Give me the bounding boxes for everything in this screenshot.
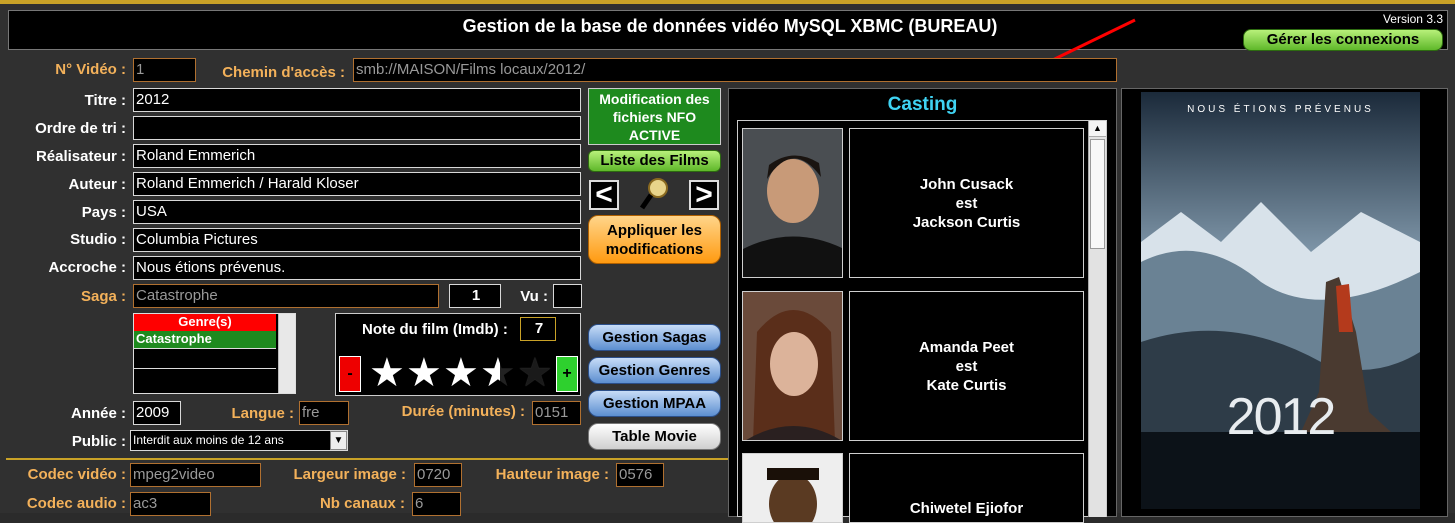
actor-name: Amanda Peet: [918, 338, 1015, 356]
accroche-field[interactable]: Nous étions prévenus.: [133, 256, 581, 280]
studio-field[interactable]: Columbia Pictures: [133, 228, 581, 252]
app-window: Gestion de la base de données vidéo MySQ…: [0, 0, 1455, 523]
star-icon[interactable]: ★: [517, 353, 553, 393]
search-icon[interactable]: [638, 176, 672, 212]
genre-item[interactable]: Catastrophe: [134, 331, 276, 349]
liste-films-button[interactable]: Liste des Films: [588, 150, 721, 172]
largeur-label: Largeur image :: [293, 466, 406, 483]
genre-item[interactable]: [134, 349, 276, 369]
canaux-label: Nb canaux :: [319, 495, 405, 512]
poster-title: 2012: [1226, 388, 1337, 446]
star-icon[interactable]: ★: [369, 353, 405, 393]
casting-title: Casting: [887, 94, 958, 115]
previous-button[interactable]: <: [589, 180, 619, 210]
scroll-thumb[interactable]: [1090, 139, 1105, 249]
poster-tagline: NOUS ÉTIONS PRÉVENUS: [1187, 104, 1374, 115]
actor-est: est: [955, 357, 978, 375]
genres-list[interactable]: Genre(s) Catastrophe: [133, 313, 296, 394]
gestion-genres-button[interactable]: Gestion Genres: [588, 357, 721, 384]
duree-field[interactable]: 0151: [532, 401, 581, 425]
ordre-field[interactable]: [133, 116, 581, 140]
version-label: Version 3.3: [1382, 12, 1443, 26]
largeur-field[interactable]: 0720: [414, 463, 462, 487]
titre-field[interactable]: 2012: [133, 88, 581, 112]
studio-label: Studio :: [70, 231, 126, 248]
auteur-label: Auteur :: [68, 176, 127, 193]
chevron-down-icon[interactable]: ▼: [330, 431, 347, 450]
codec-audio-label: Codec audio :: [26, 495, 126, 512]
path-field[interactable]: smb://MAISON/Films locaux/2012/: [353, 58, 1117, 82]
table-movie-button[interactable]: Table Movie: [588, 423, 721, 450]
actor-role-text: Amanda Peet est Kate Curtis: [849, 291, 1084, 441]
rating-plus-button[interactable]: +: [556, 356, 578, 392]
saga-field[interactable]: Catastrophe: [133, 284, 439, 308]
duree-label: Durée (minutes) :: [401, 403, 525, 420]
saga-label: Saga :: [80, 288, 126, 305]
public-select[interactable]: Interdit aux moins de 12 ans: [130, 430, 348, 451]
annee-field[interactable]: 2009: [133, 401, 181, 425]
actor-name: Chiwetel Ejiofor: [909, 499, 1024, 517]
pays-field[interactable]: USA: [133, 200, 581, 224]
pays-label: Pays :: [81, 204, 126, 221]
no-video-label: N° Vidéo :: [55, 61, 126, 78]
hauteur-label: Hauteur image :: [495, 466, 609, 483]
movie-poster: NOUS ÉTIONS PRÉVENUS 2012: [1141, 92, 1420, 509]
actor-role-text: John Cusack est Jackson Curtis: [849, 128, 1084, 278]
actor-role: Kate Curtis: [926, 376, 1007, 394]
realisateur-label: Réalisateur :: [35, 148, 126, 165]
scroll-up-icon[interactable]: ▲: [1089, 121, 1106, 137]
genres-scrollbar[interactable]: [278, 314, 295, 393]
saga-number-field[interactable]: 1: [449, 284, 501, 308]
actor-photo: [742, 291, 843, 441]
next-button[interactable]: >: [689, 180, 719, 210]
vu-field[interactable]: [553, 284, 582, 308]
public-label: Public :: [71, 433, 126, 450]
actor-name: John Cusack: [919, 175, 1014, 193]
realisateur-field[interactable]: Roland Emmerich: [133, 144, 581, 168]
public-select-value: Interdit aux moins de 12 ans: [133, 433, 284, 447]
langue-field[interactable]: fre: [299, 401, 349, 425]
codec-video-label: Codec vidéo :: [27, 466, 126, 483]
ordre-label: Ordre de tri :: [35, 120, 126, 137]
rating-minus-button[interactable]: -: [339, 356, 361, 392]
actor-est: est: [955, 194, 978, 212]
star-icon[interactable]: ★: [443, 353, 479, 393]
accroche-label: Accroche :: [48, 259, 126, 276]
canaux-field[interactable]: 6: [412, 492, 461, 516]
genres-header: Genre(s): [134, 314, 276, 331]
langue-label: Langue :: [231, 405, 295, 422]
casting-scrollbar[interactable]: ▲: [1088, 121, 1106, 517]
rating-value-field[interactable]: 7: [520, 317, 556, 341]
genre-item[interactable]: [134, 369, 276, 389]
titre-label: Titre :: [84, 92, 126, 109]
star-icon[interactable]: ★: [406, 353, 442, 393]
auteur-field[interactable]: Roland Emmerich / Harald Kloser: [133, 172, 581, 196]
codec-audio-field[interactable]: ac3: [130, 492, 211, 516]
path-label: Chemin d'accès :: [222, 64, 345, 81]
vu-label: Vu :: [520, 288, 548, 305]
actor-photo: [742, 128, 843, 278]
codec-video-field[interactable]: mpeg2video: [130, 463, 261, 487]
gestion-sagas-button[interactable]: Gestion Sagas: [588, 324, 721, 351]
actor-role: Jackson Curtis: [912, 213, 1021, 231]
annee-label: Année :: [70, 405, 126, 422]
no-video-field[interactable]: 1: [133, 58, 196, 82]
page-title: Gestion de la base de données vidéo MySQ…: [462, 16, 998, 36]
nfo-status-button[interactable]: Modification des fichiers NFO ACTIVE: [588, 88, 721, 145]
hauteur-field[interactable]: 0576: [616, 463, 664, 487]
rating-label: Note du film (Imdb) :: [362, 321, 508, 338]
gestion-mpaa-button[interactable]: Gestion MPAA: [588, 390, 721, 417]
apply-changes-button[interactable]: Appliquer les modifications: [588, 215, 721, 264]
manage-connections-button[interactable]: Gérer les connexions: [1243, 29, 1443, 51]
